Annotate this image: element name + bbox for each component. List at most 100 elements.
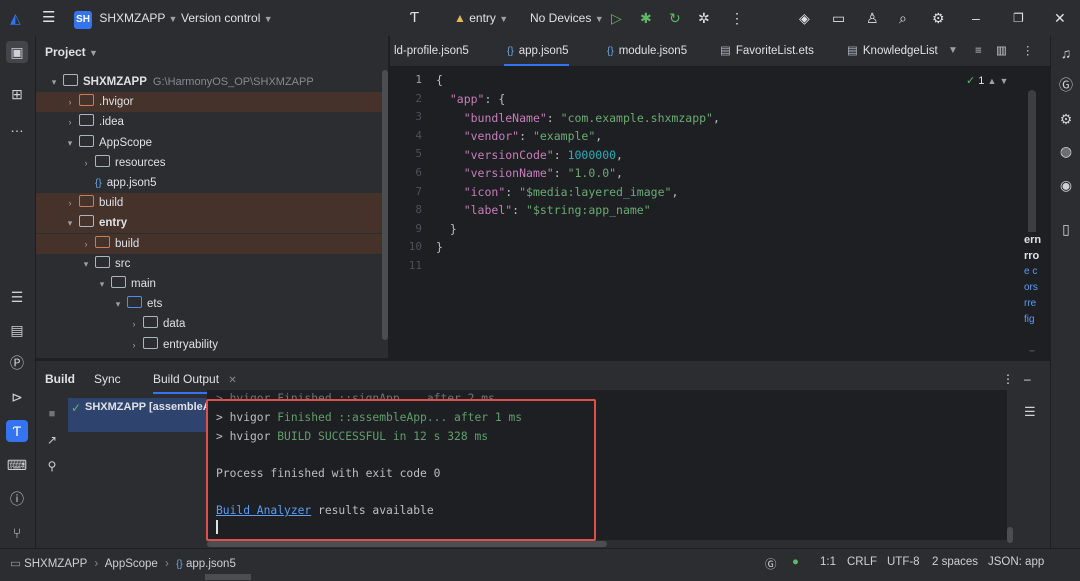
device-manager-icon[interactable]: ◈ [799, 8, 810, 28]
more-options-icon[interactable]: ⋮ [1022, 36, 1034, 66]
more-actions-icon[interactable]: ⋮ [730, 8, 744, 28]
tab-list-icon[interactable]: ≡ [975, 36, 982, 66]
file-encoding[interactable]: UTF-8 [887, 556, 920, 568]
partial-link[interactable]: rre [1024, 296, 1050, 312]
partial-link[interactable]: fig [1024, 312, 1050, 328]
folder-icon[interactable]: ▭ [832, 8, 845, 28]
chevron-right-icon[interactable]: › [64, 193, 76, 213]
project-selector[interactable]: SH SHXMZAPP ▼ [74, 8, 177, 29]
code-line-4[interactable]: "vendor": "example", [436, 129, 603, 143]
tab-build-profile[interactable]: ld-profile.json5 [394, 36, 469, 66]
status-ok-icon[interactable]: ● [792, 556, 799, 568]
maximize-icon[interactable]: ❐ [1013, 8, 1024, 28]
ai-status-icon[interactable]: Ⓖ [765, 556, 777, 572]
ai-assistant-icon[interactable]: Ⓖ [1055, 74, 1077, 96]
tree-item[interactable]: › .hvigor [36, 92, 388, 113]
chevron-down-icon[interactable]: ▾ [80, 254, 92, 274]
tab-app-json5[interactable]: {}app.json5✕ [504, 36, 569, 66]
chevron-down-icon[interactable]: ▾ [48, 72, 60, 92]
tree-item[interactable]: › .idea [36, 112, 388, 132]
soft-wrap-icon[interactable]: ☰ [1024, 404, 1036, 420]
profiler-icon[interactable]: ✲ [698, 8, 710, 28]
hvigor-icon[interactable]: Ƭ [410, 8, 419, 28]
preview-tool-icon[interactable]: Ⓟ [6, 352, 28, 374]
build-tool-icon[interactable]: Ƭ [6, 420, 28, 442]
project-scrollbar[interactable] [382, 70, 388, 340]
structure-tool-icon[interactable]: ⊞ [6, 83, 28, 105]
terminal-tool-icon[interactable]: ⌨ [6, 454, 28, 476]
search-icon[interactable]: ⌕ [899, 8, 907, 28]
code-line-10[interactable]: } [436, 240, 443, 254]
todo-tool-icon[interactable]: ☰ [6, 286, 28, 308]
chevron-right-icon[interactable]: › [128, 314, 140, 334]
services-tool-icon[interactable]: ⊳ [6, 386, 28, 408]
device-icon[interactable]: ▯ [1055, 218, 1077, 240]
split-view-icon[interactable]: ▥ [996, 36, 1007, 66]
previewer-icon[interactable]: ◉ [1055, 174, 1077, 196]
console-vscrollbar[interactable] [1007, 527, 1013, 543]
stop-icon[interactable]: ■ [41, 403, 63, 425]
chevron-right-icon[interactable]: › [80, 153, 92, 173]
chevron-down-icon[interactable]: ▾ [96, 274, 108, 294]
code-line-2[interactable]: "app": { [436, 92, 505, 106]
open-external-icon[interactable]: ↗ [41, 429, 63, 451]
apply-changes-icon[interactable]: ↻ [669, 8, 681, 28]
git-tool-icon[interactable]: ⑂ [6, 522, 28, 544]
tree-item[interactable]: › build [36, 193, 388, 214]
chevron-down-icon[interactable]: ▾ [64, 133, 76, 153]
build-task-row[interactable]: ✓ SHXMZAPP [assembleA [68, 398, 206, 432]
tree-item[interactable]: › resources [36, 153, 388, 173]
close-icon[interactable]: ✕ [1054, 8, 1066, 28]
tree-item[interactable]: ▾ AppScope [36, 133, 388, 153]
tree-item[interactable]: › entryability [36, 335, 388, 355]
codegenie-icon[interactable]: ◍ [1055, 140, 1077, 162]
tabs-overflow-icon[interactable]: ▼ [948, 36, 958, 66]
debug-icon[interactable]: ✱ [640, 8, 652, 28]
pin-icon[interactable]: ⚲ [41, 455, 63, 477]
code-line-1[interactable]: { [436, 73, 443, 87]
minimize-icon[interactable]: – [972, 8, 980, 28]
tree-item[interactable]: ▾ main [36, 274, 388, 294]
code-line-3[interactable]: "bundleName": "com.example.shxmzapp", [436, 111, 720, 125]
breadcrumb-item[interactable]: AppScope [105, 558, 158, 570]
console-hscrollbar[interactable] [207, 541, 607, 547]
close-icon[interactable]: ✕ [228, 375, 236, 386]
breadcrumb-item[interactable]: SHXMZAPP [24, 558, 87, 570]
project-panel-title[interactable]: Project ▼ [45, 45, 98, 59]
breadcrumb-item[interactable]: app.json5 [186, 558, 236, 570]
tree-item[interactable]: › data [36, 314, 388, 334]
account-icon[interactable]: ♙ [866, 8, 879, 28]
tab-favoritelist[interactable]: ▤ FavoriteList.ets [720, 36, 814, 66]
line-separator[interactable]: CRLF [847, 556, 877, 568]
chevron-down-icon[interactable]: ▾ [112, 294, 124, 314]
inspection-widget[interactable]: ✓ 1 ▲ ▼ [966, 74, 1008, 87]
deveco-logo-icon[interactable]: ◭ [10, 8, 21, 28]
tree-item[interactable]: ▾ src [36, 254, 388, 274]
code-line-8[interactable]: "label": "$string:app_name" [436, 203, 651, 217]
tab-module-json5[interactable]: {} module.json5 [604, 36, 687, 66]
chevron-right-icon[interactable]: › [64, 112, 76, 132]
tree-item[interactable]: ▾ ets [36, 294, 388, 314]
tree-item[interactable]: {} app.json5 [36, 173, 388, 193]
chevron-right-icon[interactable]: › [128, 335, 140, 355]
indent-setting[interactable]: 2 spaces [932, 556, 978, 568]
more-tools-icon[interactable]: … [6, 116, 28, 138]
tree-item[interactable]: ▾ SHXMZAPP G:\HarmonyOS_OP\SHXMZAPP [36, 72, 388, 92]
code-line-9[interactable]: } [436, 222, 457, 236]
main-menu-icon[interactable]: ☰ [42, 8, 55, 28]
chevron-right-icon[interactable]: › [64, 92, 76, 112]
minimize-panel-icon[interactable]: – [1024, 372, 1031, 386]
tab-sync[interactable]: Sync [94, 372, 121, 386]
cursor-position[interactable]: 1:1 [820, 556, 836, 568]
device-selector[interactable]: No Devices ▼ [530, 8, 604, 28]
layout-tool-icon[interactable]: ▤ [6, 319, 28, 341]
code-line-6[interactable]: "versionName": "1.0.0", [436, 166, 623, 180]
chevron-down-icon[interactable]: ▾ [64, 213, 76, 233]
json-schema[interactable]: JSON: app [988, 556, 1044, 568]
problems-tool-icon[interactable]: ⓘ [6, 488, 28, 510]
run-config-selector[interactable]: ▲ entry ▼ [454, 8, 508, 28]
project-tool-icon[interactable]: ▣ [6, 41, 28, 63]
settings-icon[interactable]: ⚙ [932, 8, 945, 28]
code-line-7[interactable]: "icon": "$media:layered_image", [436, 185, 679, 199]
run-icon[interactable]: ▷ [611, 8, 622, 28]
